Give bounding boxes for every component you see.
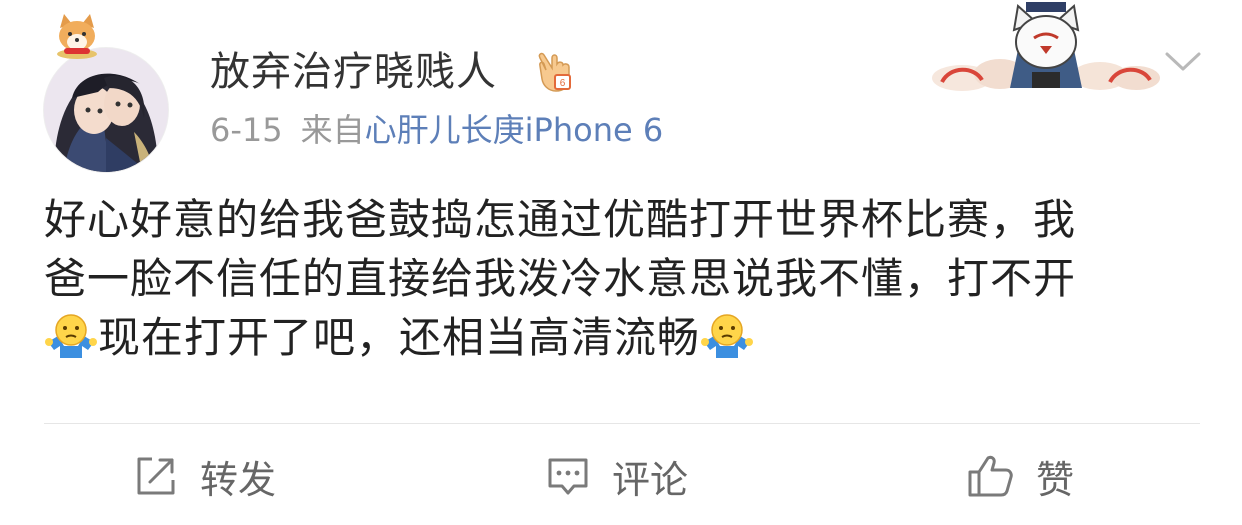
cat-mask-card-decoration-icon[interactable] [930,0,1162,100]
thumbs-up-icon [968,455,1013,497]
post-meta: 6-15 来自心肝儿长庚iPhone 6 [210,108,663,152]
post-text-line: 好心好意的给我爸鼓捣怎通过优酷打开世界杯比赛，我 [44,195,1077,244]
comment-button[interactable]: 评论 [546,446,688,506]
source-device-link[interactable]: 心肝儿长庚iPhone 6 [365,111,664,149]
author-name[interactable]: 放弃治疗晓贱人 [210,44,497,100]
repost-icon [137,457,175,495]
post-body: 好心好意的给我爸鼓捣怎通过优酷打开世界杯比赛，我 爸一脸不信任的直接给我泼冷水意… [44,190,1204,367]
post-text-segment: 现在打开了吧，还相当高清流畅 [98,313,701,362]
action-bar: 转发 评论 赞 [0,430,1242,525]
shrug-emoji-icon [45,314,97,358]
divider [44,423,1200,424]
shrug-emoji-icon [701,314,754,358]
svg-text:6: 6 [560,78,566,89]
post-date: 6-15 [210,111,283,149]
avatar[interactable] [44,48,168,172]
chevron-down-icon[interactable] [1164,48,1202,76]
repost-button[interactable]: 转发 [134,446,276,506]
avatar-container[interactable] [44,10,172,172]
shaka-hand-icon[interactable]: 6 [534,48,578,94]
post-header: 放弃治疗晓贱人 6 6-15 来自心肝儿长庚iPhone 6 [0,0,1242,172]
like-label: 赞 [1036,457,1075,502]
comment-label: 评论 [612,457,689,502]
avatar-illustration [44,48,168,172]
post-text-line-with-emoji: 现在打开了吧，还相当高清流畅 [44,308,1204,367]
source-prefix: 来自 [300,111,365,149]
repost-label: 转发 [200,457,277,502]
comment-icon [548,458,588,495]
post-text-line: 爸一脸不信任的直接给我泼冷水意思说我不懂，打不开 [44,254,1077,303]
shiba-dog-icon [57,14,97,59]
like-button[interactable]: 赞 [966,446,1074,506]
